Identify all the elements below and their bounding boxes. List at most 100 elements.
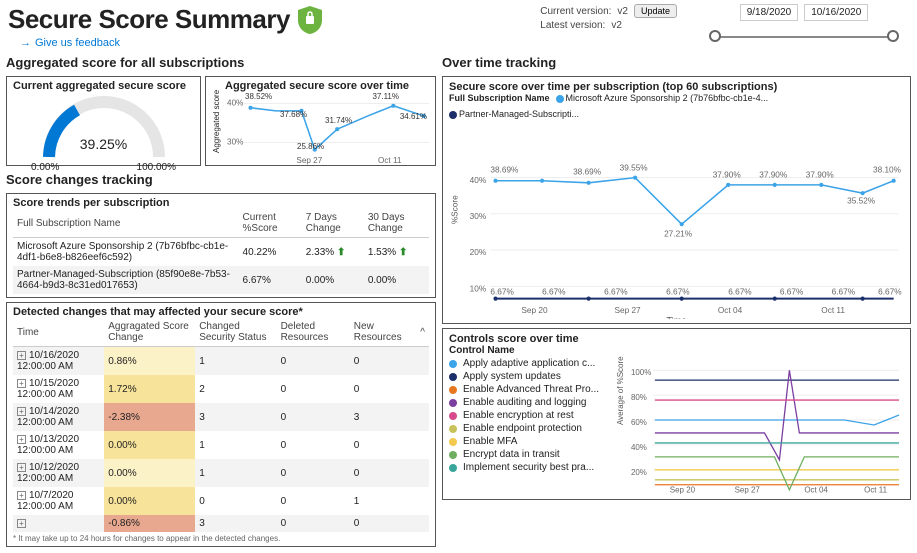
legend-label: Full Subscription Name bbox=[449, 93, 550, 103]
svg-text:30%: 30% bbox=[227, 137, 243, 146]
date-start-input[interactable]: 9/18/2020 bbox=[740, 4, 799, 21]
svg-text:10%: 10% bbox=[470, 284, 487, 293]
table-row[interactable]: +10/15/2020 12:00:00 AM1.72%200 bbox=[13, 375, 429, 403]
col-30d[interactable]: 30 Days Change bbox=[364, 209, 429, 238]
page-title: Secure Score Summary bbox=[8, 4, 290, 35]
legend-item[interactable]: Enable auditing and logging bbox=[449, 397, 609, 408]
svg-text:80%: 80% bbox=[631, 393, 647, 402]
legend-dot-icon bbox=[449, 412, 457, 420]
legend-dot-icon bbox=[449, 464, 457, 472]
svg-text:30%: 30% bbox=[470, 212, 487, 221]
svg-text:6.67%: 6.67% bbox=[780, 287, 804, 296]
legend-series-2[interactable]: Partner-Managed-Subscripti... bbox=[449, 109, 579, 119]
legend-item[interactable]: Encrypt data in transit bbox=[449, 449, 609, 460]
table-row[interactable]: +10/16/2020 12:00:00 AM0.86%100 bbox=[13, 347, 429, 376]
svg-text:Sep 20: Sep 20 bbox=[670, 486, 696, 495]
svg-text:6.67%: 6.67% bbox=[490, 287, 514, 296]
svg-text:40%: 40% bbox=[227, 99, 243, 108]
svg-text:Oct 11: Oct 11 bbox=[821, 306, 845, 315]
svg-text:40%: 40% bbox=[470, 176, 487, 185]
legend-item[interactable]: Enable MFA bbox=[449, 436, 609, 447]
feedback-label: Give us feedback bbox=[35, 37, 120, 49]
date-range-slider[interactable] bbox=[709, 29, 899, 45]
table-row[interactable]: +10/7/2020 12:00:00 AM0.00%001 bbox=[13, 487, 429, 515]
current-version-label: Current version: bbox=[540, 6, 611, 17]
latest-version-label: Latest version: bbox=[540, 20, 605, 31]
feedback-link[interactable]: → Give us feedback bbox=[20, 37, 322, 49]
arrow-up-icon: ⬆ bbox=[399, 247, 407, 258]
col-7d[interactable]: 7 Days Change bbox=[302, 209, 364, 238]
section-aggregated: Aggregated score for all subscriptions bbox=[6, 53, 436, 72]
gauge-title: Current aggregated secure score bbox=[13, 80, 194, 92]
svg-text:Oct 11: Oct 11 bbox=[378, 156, 402, 165]
table-row[interactable]: Microsoft Azure Sponsorship 2 (7b76bfbc-… bbox=[13, 238, 429, 267]
svg-text:6.67%: 6.67% bbox=[832, 287, 856, 296]
gauge-value: 39.25% bbox=[34, 136, 174, 152]
over-time-subtitle: Secure score over time per subscription … bbox=[449, 81, 904, 93]
svg-text:%Score: %Score bbox=[450, 195, 459, 224]
svg-text:Time: Time bbox=[666, 315, 686, 319]
col-name[interactable]: Full Subscription Name bbox=[13, 209, 239, 238]
svg-text:6.67%: 6.67% bbox=[878, 287, 902, 296]
legend-item[interactable]: Enable Advanced Threat Pro... bbox=[449, 384, 609, 395]
svg-text:38.10%: 38.10% bbox=[873, 165, 902, 174]
expand-icon[interactable]: + bbox=[17, 351, 26, 360]
legend-item[interactable]: Enable encryption at rest bbox=[449, 410, 609, 421]
table-row[interactable]: +-0.86%300 bbox=[13, 515, 429, 532]
legend-item[interactable]: Enable endpoint protection bbox=[449, 423, 609, 434]
svg-text:38.69%: 38.69% bbox=[573, 168, 602, 177]
expand-icon[interactable]: + bbox=[17, 407, 26, 416]
arrow-right-icon: → bbox=[20, 37, 31, 49]
col-agg[interactable]: Aggragated Score Change bbox=[104, 318, 195, 347]
changes-table: Time Aggragated Score Change Changed Sec… bbox=[13, 318, 429, 532]
legend-dot-icon bbox=[449, 399, 457, 407]
section-score-changes: Score changes tracking bbox=[6, 170, 436, 189]
svg-text:39.55%: 39.55% bbox=[620, 163, 649, 172]
legend-dot-icon bbox=[449, 451, 457, 459]
latest-version-value: v2 bbox=[611, 20, 622, 31]
table-row[interactable]: Partner-Managed-Subscription (85f90e8e-7… bbox=[13, 266, 429, 294]
legend-item[interactable]: Apply system updates bbox=[449, 371, 609, 382]
arrow-up-icon: ⬆ bbox=[337, 247, 345, 258]
col-time[interactable]: Time bbox=[13, 318, 104, 347]
trends-subtitle: Score trends per subscription bbox=[13, 197, 429, 209]
col-current[interactable]: Current %Score bbox=[239, 209, 302, 238]
svg-text:35.52%: 35.52% bbox=[847, 196, 876, 205]
svg-text:37.90%: 37.90% bbox=[806, 171, 835, 180]
changes-subtitle: Detected changes that may affected your … bbox=[13, 306, 429, 318]
expand-icon[interactable]: + bbox=[17, 519, 26, 528]
spark-yaxis-label: Aggregated score bbox=[212, 80, 221, 162]
svg-text:60%: 60% bbox=[631, 418, 647, 427]
col-new[interactable]: New Resources bbox=[350, 318, 417, 347]
legend-item[interactable]: Implement security best pra... bbox=[449, 462, 609, 473]
col-sec[interactable]: Changed Security Status bbox=[195, 318, 276, 347]
gauge-chart: 39.25% bbox=[34, 92, 174, 162]
controls-title: Controls score over time bbox=[449, 333, 904, 345]
changes-footnote: * It may take up to 24 hours for changes… bbox=[13, 534, 429, 543]
legend-dot-icon bbox=[449, 438, 457, 446]
expand-icon[interactable]: + bbox=[17, 435, 26, 444]
svg-text:Sep 20: Sep 20 bbox=[521, 306, 548, 315]
table-row[interactable]: +10/12/2020 12:00:00 AM0.00%100 bbox=[13, 459, 429, 487]
legend-item[interactable]: Apply adaptive application c... bbox=[449, 358, 609, 369]
update-button[interactable]: Update bbox=[634, 4, 677, 18]
svg-text:6.67%: 6.67% bbox=[666, 287, 690, 296]
table-row[interactable]: +10/13/2020 12:00:00 AM0.00%100 bbox=[13, 431, 429, 459]
svg-text:20%: 20% bbox=[470, 248, 487, 257]
svg-text:Sep 27: Sep 27 bbox=[735, 486, 761, 495]
table-row[interactable]: +10/14/2020 12:00:00 AM-2.38%303 bbox=[13, 403, 429, 431]
legend-series-1[interactable]: Microsoft Azure Sponsorship 2 (7b76bfbc-… bbox=[556, 93, 769, 103]
expand-icon[interactable]: + bbox=[17, 491, 26, 500]
svg-text:Sep 27: Sep 27 bbox=[614, 306, 641, 315]
svg-text:6.67%: 6.67% bbox=[604, 287, 628, 296]
expand-icon[interactable]: + bbox=[17, 463, 26, 472]
date-end-input[interactable]: 10/16/2020 bbox=[804, 4, 868, 21]
svg-text:6.67%: 6.67% bbox=[728, 287, 752, 296]
svg-text:Sep 27: Sep 27 bbox=[296, 156, 322, 165]
svg-text:100%: 100% bbox=[631, 368, 651, 377]
svg-text:37.90%: 37.90% bbox=[759, 171, 788, 180]
svg-text:38.69%: 38.69% bbox=[490, 165, 519, 174]
spark-chart: 40% 30% Sep 27 Oct 11 38.52% 37.68% 25.8… bbox=[225, 92, 429, 166]
col-del[interactable]: Deleted Resources bbox=[277, 318, 350, 347]
expand-icon[interactable]: + bbox=[17, 379, 26, 388]
